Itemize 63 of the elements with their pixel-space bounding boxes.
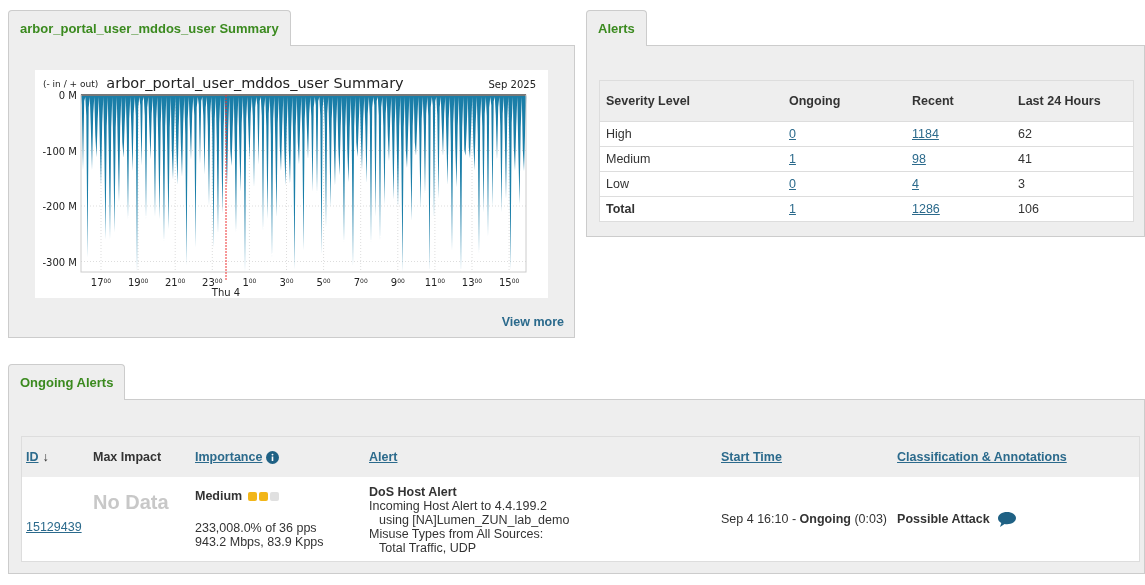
x-axis-label: 17$^{00}$ — [90, 277, 112, 288]
info-icon[interactable] — [266, 450, 280, 464]
alert-detail: using [NA]Lumen_ZUN_lab_demo — [378, 513, 571, 527]
day-label: Thu 4 — [211, 287, 241, 298]
sort-link[interactable]: Start Time — [721, 450, 782, 464]
comment-icon[interactable] — [997, 511, 1016, 527]
severity-cell: High — [599, 121, 783, 147]
x-axis-label: 1$^{00}$ — [242, 277, 257, 288]
alert-detail: Total Traffic, UDP — [378, 541, 478, 555]
count-link[interactable]: 1 — [789, 202, 796, 216]
graph-legend: (- in / + out) — [43, 79, 99, 89]
count-cell: 3 — [1012, 171, 1134, 197]
count-link[interactable]: 1286 — [912, 202, 940, 216]
sort-link[interactable]: Importance — [195, 450, 263, 464]
severity-cell: Low — [599, 171, 783, 197]
count-cell: 106 — [1012, 196, 1134, 222]
sort-arrow: ↓ — [42, 450, 49, 464]
count-cell: 62 — [1012, 121, 1134, 147]
x-axis-label: 21$^{00}$ — [165, 277, 186, 288]
column-header: Recent — [906, 80, 1012, 122]
sort-link[interactable]: Alert — [369, 450, 398, 464]
panel-tab[interactable]: arbor_portal_user_mddos_user Summary — [8, 10, 291, 46]
importance-level: Medium — [195, 489, 243, 503]
traffic-stat: 943.2 Mbps, 83.9 Kpps — [195, 535, 325, 549]
count-link[interactable]: 4 — [912, 177, 919, 191]
alert-title: DoS Host Alert — [369, 485, 458, 499]
x-axis-label: 15$^{00}$ — [498, 277, 520, 288]
sort-link[interactable]: ID — [26, 450, 39, 464]
panel-tab[interactable]: Alerts — [586, 10, 647, 46]
alert-detail: Misuse Types from All Sources: — [369, 527, 545, 541]
count-cell: 41 — [1012, 146, 1134, 172]
count-link[interactable]: 1 — [789, 152, 796, 166]
traffic-stat: 233,008.0% of 36 pps — [195, 521, 318, 535]
graph-date: Sep 2025 — [488, 79, 536, 90]
start-time: Sep 4 16:10 - Ongoing (0:03) — [721, 512, 888, 526]
column-header: Ongoing — [783, 80, 906, 122]
column-header: Last 24 Hours — [1012, 80, 1134, 122]
view-more-link[interactable]: View more — [501, 315, 564, 329]
x-axis-label: 19$^{00}$ — [127, 277, 149, 288]
y-axis-label: -200 M — [42, 201, 77, 212]
x-axis-label: 7$^{00}$ — [353, 277, 368, 288]
count-link[interactable]: 0 — [789, 127, 796, 141]
count-link[interactable]: 0 — [789, 177, 796, 191]
classification-text: Possible Attack — [897, 512, 990, 526]
alert-id-link[interactable]: 15129439 — [26, 520, 82, 534]
alert-detail: Incoming Host Alert to 4.4.199.2 — [369, 499, 548, 513]
x-axis-label: 23$^{00}$ — [202, 277, 223, 288]
y-axis-label: -100 M — [42, 145, 77, 157]
y-axis-label: -300 M — [42, 256, 77, 268]
severity-cell: Total — [599, 196, 783, 222]
x-axis-label: 3$^{00}$ — [279, 277, 294, 288]
count-link[interactable]: 1184 — [912, 127, 939, 141]
x-axis-label: 9$^{00}$ — [390, 277, 405, 288]
column-header: Max Impact — [93, 450, 162, 464]
y-axis-label: 0 M — [58, 90, 77, 101]
x-axis-label: 13$^{00}$ — [461, 277, 483, 288]
severity-cell: Medium — [599, 146, 783, 172]
graph-title: arbor_portal_user_mddos_user Summary — [106, 75, 404, 91]
count-link[interactable]: 98 — [912, 152, 926, 166]
panel-tab[interactable]: Ongoing Alerts — [8, 364, 126, 400]
x-axis-label: 5$^{00}$ — [316, 277, 331, 288]
column-header: Severity Level — [599, 80, 783, 122]
x-axis-label: 11$^{00}$ — [424, 277, 446, 288]
